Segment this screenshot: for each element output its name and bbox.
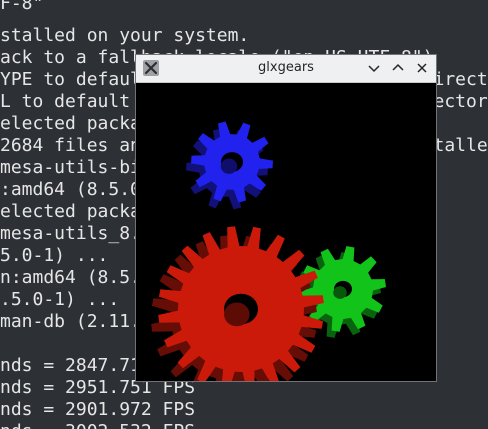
close-icon	[417, 63, 427, 73]
terminal-line: 5.0-1) ...	[0, 245, 109, 266]
chevron-up-icon	[392, 63, 404, 71]
close-button[interactable]	[413, 59, 431, 77]
terminal-line: nds = 2901.972 FPS	[0, 399, 196, 420]
maximize-button[interactable]	[389, 59, 407, 77]
glxgears-window[interactable]: glxgears	[135, 54, 437, 382]
gears-canvas[interactable]	[136, 83, 436, 381]
terminal-line: stalled on your system.	[0, 25, 250, 46]
window-titlebar[interactable]: glxgears	[136, 55, 436, 83]
window-title: glxgears	[258, 60, 314, 75]
x11-app-icon[interactable]	[143, 60, 159, 76]
blue-gear	[186, 121, 273, 210]
terminal-line: nds = 3002.532 FPS	[0, 421, 195, 429]
red-gear	[151, 226, 324, 381]
terminal-line: F-8"	[0, 0, 44, 14]
terminal-line: .5.0-1) ...	[0, 289, 120, 310]
minimize-button[interactable]	[365, 59, 383, 77]
chevron-down-icon	[368, 65, 380, 73]
